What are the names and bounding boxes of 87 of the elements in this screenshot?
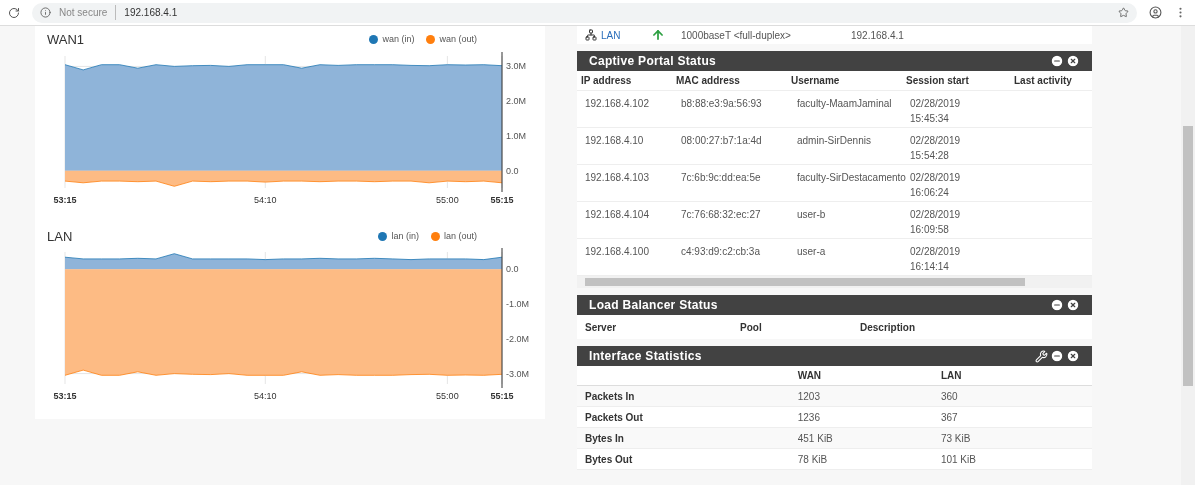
table-cell-text: 02/28/2019 16:14:14: [910, 245, 962, 270]
table-cell-text: 360: [940, 389, 959, 404]
table-cell-text: 192.168.4.100: [585, 245, 650, 259]
table-cell-text: 02/28/2019 16:09:58: [910, 208, 962, 233]
column-header: Pool: [740, 320, 763, 335]
legend-label: lan (out): [443, 229, 477, 243]
table-cell-text: 78 KiB: [797, 452, 829, 467]
y-tick-label: -3.0M: [506, 368, 529, 379]
row-label: Packets Out: [585, 410, 644, 425]
legend-label: wan (in): [382, 33, 415, 46]
table-cell-text: faculty-MaamJaminal: [797, 97, 893, 111]
close-icon[interactable]: [1066, 54, 1080, 68]
panel-title: Load Balancer Status: [589, 297, 718, 314]
table-cell-text: 192.168.4.10: [585, 134, 645, 148]
table-cell-text: user-a: [797, 245, 827, 259]
table-cell-text: user-b: [797, 208, 827, 222]
interface-address: 192.168.4.1: [851, 28, 904, 43]
y-tick-label: 3.0M: [506, 60, 526, 71]
vertical-scrollbar[interactable]: [1181, 26, 1195, 485]
interface-media: 1000baseT <full-duplex>: [681, 28, 792, 43]
column-header: IP address: [581, 74, 633, 88]
column-header: Server: [585, 320, 618, 335]
table-cell-text: c4:93:d9:c2:cb:3a: [681, 245, 761, 259]
x-tick-label: 53:15: [53, 194, 77, 205]
table-cell-text: faculty-SirDestacamento: [797, 171, 907, 185]
settings-icon[interactable]: [1035, 349, 1048, 363]
table-cell-text: 367: [940, 410, 959, 425]
table-cell-text: 08:00:27:b7:1a:4d: [681, 134, 763, 148]
table-cell-text: 192.168.4.103: [585, 171, 650, 185]
table-cell-text: 02/28/2019 15:54:28: [910, 134, 962, 159]
collapse-icon[interactable]: [1050, 54, 1064, 68]
collapse-icon[interactable]: [1050, 298, 1064, 312]
x-tick-label: 54:10: [254, 391, 277, 401]
close-icon[interactable]: [1066, 298, 1080, 312]
table-cell-text: 02/28/2019 15:45:34: [910, 97, 962, 122]
panel-title: Captive Portal Status: [589, 53, 716, 70]
table-cell-text: 1203: [797, 389, 821, 404]
profile-icon[interactable]: [1149, 6, 1162, 19]
x-tick-label: 53:15: [53, 391, 77, 401]
reload-icon[interactable]: [8, 6, 20, 19]
address-bar[interactable]: Not secure 192.168.4.1: [32, 2, 1137, 23]
row-label: Bytes In: [585, 431, 625, 446]
interface-link[interactable]: LAN: [601, 27, 651, 43]
info-icon[interactable]: [40, 7, 51, 18]
table-cell-text: 101 KiB: [940, 452, 977, 467]
close-icon[interactable]: [1066, 349, 1080, 363]
url-text: 192.168.4.1: [124, 6, 178, 20]
table-cell-text: 7c:6b:9c:dd:ea:5e: [681, 171, 762, 185]
x-tick-label: 55:15: [490, 194, 514, 205]
table-cell-text: 192.168.4.102: [585, 97, 650, 111]
bookmark-icon[interactable]: [1118, 7, 1129, 18]
network-icon: [585, 29, 597, 41]
column-header: Username: [791, 74, 841, 88]
row-label: Bytes Out: [585, 452, 634, 467]
graph-title: LAN: [47, 227, 73, 246]
x-tick-label: 55:00: [436, 391, 459, 401]
column-header: Session start: [906, 74, 970, 88]
panel-title: Interface Statistics: [589, 348, 702, 365]
x-tick-label: 55:15: [490, 391, 514, 401]
y-tick-label: 0.0: [506, 264, 519, 275]
table-cell-text: 02/28/2019 16:06:24: [910, 171, 962, 196]
security-label: Not secure: [59, 5, 117, 20]
y-tick-label: -2.0M: [506, 333, 529, 344]
legend-label: wan (out): [439, 33, 477, 46]
table-cell-text: 73 KiB: [940, 431, 972, 446]
horizontal-scrollbar[interactable]: [577, 276, 1092, 288]
collapse-icon[interactable]: [1050, 349, 1064, 363]
column-header: WAN: [797, 369, 823, 383]
table-cell-text: 451 KiB: [797, 431, 834, 446]
table-cell-text: 7c:76:68:32:ec:27: [681, 208, 762, 222]
x-tick-label: 55:00: [436, 194, 459, 205]
table-cell-text: 1236: [797, 410, 821, 425]
y-tick-label: -1.0M: [506, 299, 529, 310]
column-header: LAN: [940, 369, 963, 383]
graph-title: WAN1: [47, 31, 85, 49]
table-cell-text: 192.168.4.104: [585, 208, 650, 222]
y-tick-label: 1.0M: [506, 130, 526, 141]
y-tick-label: 0.0: [506, 165, 519, 176]
row-label: Packets In: [585, 389, 636, 404]
column-header: Description: [860, 320, 916, 335]
x-tick-label: 54:10: [254, 194, 277, 205]
table-cell-text: b8:88:e3:9a:56:93: [681, 97, 763, 111]
y-tick-label: 2.0M: [506, 95, 526, 106]
column-header: MAC address: [676, 74, 741, 88]
legend-label: lan (in): [391, 229, 419, 243]
table-cell-text: admin-SirDennis: [797, 134, 872, 148]
column-header: Last activity: [1014, 74, 1073, 88]
